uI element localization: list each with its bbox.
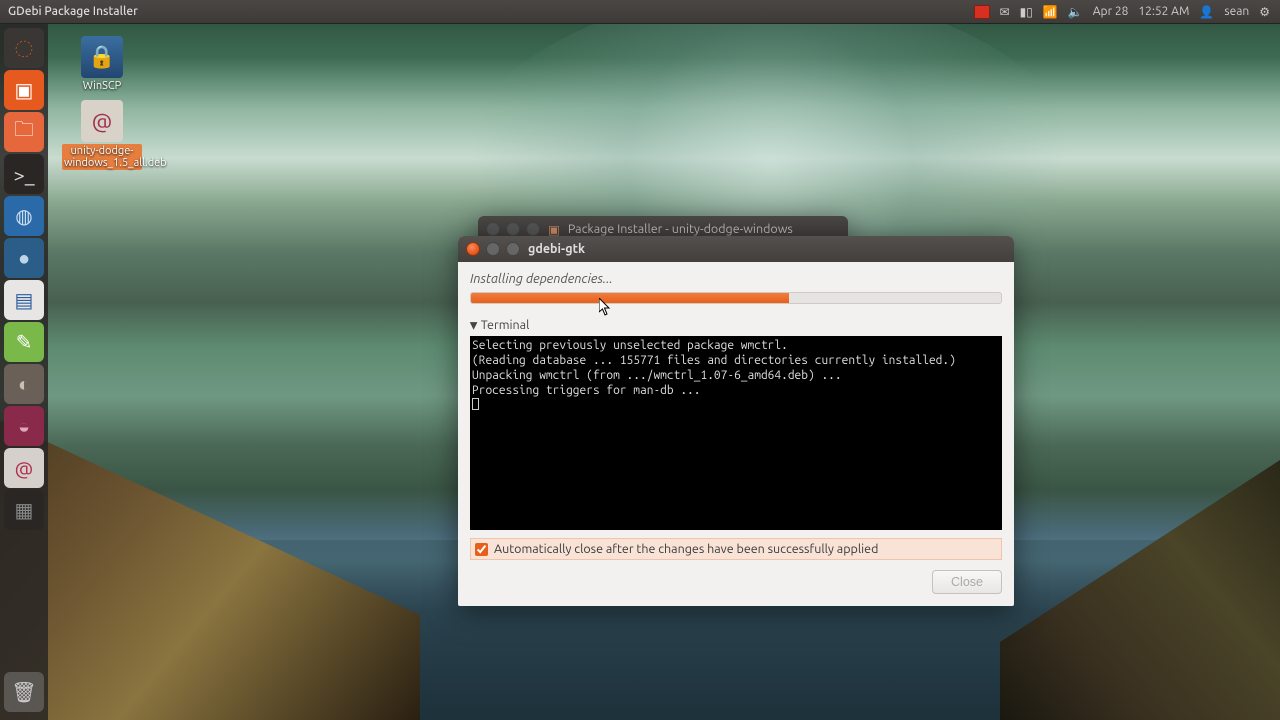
session-gear-icon[interactable]: ⚙ [1259, 5, 1270, 19]
close-button[interactable]: Close [932, 570, 1002, 594]
desktop-icon-label: WinSCP [62, 80, 142, 92]
launcher-gdebi-active[interactable]: ▣ [4, 70, 44, 110]
mouse-cursor-icon [599, 298, 611, 316]
progress-fill [471, 293, 789, 303]
minimize-icon[interactable] [486, 242, 500, 256]
top-panel: GDebi Package Installer ✉ ▮▯ 📶 🔈 Apr 28 … [0, 0, 1280, 24]
launcher-chromium[interactable]: ◍ [4, 196, 44, 236]
panel-time[interactable]: 12:52 AM [1138, 5, 1189, 18]
desktop-icon-winscp[interactable]: 🔒 WinSCP [62, 36, 142, 92]
panel-app-title: GDebi Package Installer [8, 5, 138, 18]
launcher-browser[interactable]: ● [4, 238, 44, 278]
volume-icon[interactable]: 🔈 [1068, 5, 1083, 19]
maximize-icon[interactable] [506, 242, 520, 256]
minimize-icon[interactable] [506, 222, 520, 236]
window-buttons [466, 242, 520, 256]
auto-close-checkbox[interactable] [475, 543, 488, 556]
terminal-cursor [472, 398, 479, 410]
app-icon: ▣ [548, 222, 560, 237]
launcher-workspaces[interactable]: ▦ [4, 490, 44, 530]
progress-bar [470, 292, 1002, 304]
panel-indicators: ✉ ▮▯ 📶 🔈 Apr 28 12:52 AM 👤 sean ⚙ [974, 5, 1280, 19]
desktop-icon-deb[interactable]: @ unity-dodge-windows_1.5_all.deb [62, 100, 142, 170]
launcher-terminal[interactable]: >_ [4, 154, 44, 194]
window-title: gdebi-gtk [528, 242, 585, 256]
close-icon[interactable] [466, 242, 480, 256]
terminal-label: Terminal [481, 318, 530, 332]
launcher: ◌▣🗀>_◍●▤✎◐◒@▦ 🗑 [0, 24, 48, 720]
chevron-down-icon: ▶ [468, 322, 480, 330]
auto-close-row[interactable]: Automatically close after the changes ha… [470, 538, 1002, 560]
launcher-gimp[interactable]: ◐ [4, 364, 44, 404]
panel-date[interactable]: Apr 28 [1093, 5, 1129, 18]
maximize-icon[interactable] [526, 222, 540, 236]
window-title: Package Installer - unity-dodge-windows [568, 222, 793, 236]
terminal-disclosure[interactable]: ▶Terminal [470, 318, 1002, 332]
auto-close-label: Automatically close after the changes ha… [494, 542, 878, 556]
launcher-dash[interactable]: ◌ [4, 28, 44, 68]
launcher-software-center[interactable]: ◒ [4, 406, 44, 446]
launcher-libreoffice[interactable]: ▤ [4, 280, 44, 320]
mail-icon[interactable]: ✉ [1000, 5, 1010, 19]
panel-user[interactable]: sean [1224, 5, 1249, 18]
terminal-text: Selecting previously unselected package … [472, 339, 956, 397]
battery-icon[interactable]: ▮▯ [1020, 5, 1033, 19]
launcher-debian[interactable]: @ [4, 448, 44, 488]
window-gdebi-gtk: gdebi-gtk Installing dependencies... ▶Te… [458, 236, 1014, 606]
titlebar[interactable]: gdebi-gtk [458, 236, 1014, 262]
status-text: Installing dependencies... [470, 272, 1002, 286]
window-buttons [486, 222, 540, 236]
desktop-icon-label: unity-dodge-windows_1.5_all.deb [62, 144, 142, 170]
network-icon[interactable]: 📶 [1043, 5, 1058, 19]
launcher-nautilus[interactable]: 🗀 [4, 112, 44, 152]
launcher-trash[interactable]: 🗑 [4, 672, 44, 712]
launcher-editor[interactable]: ✎ [4, 322, 44, 362]
terminal-output[interactable]: Selecting previously unselected package … [470, 336, 1002, 530]
record-indicator-icon[interactable] [974, 5, 990, 19]
close-icon[interactable] [486, 222, 500, 236]
user-icon: 👤 [1199, 5, 1214, 19]
